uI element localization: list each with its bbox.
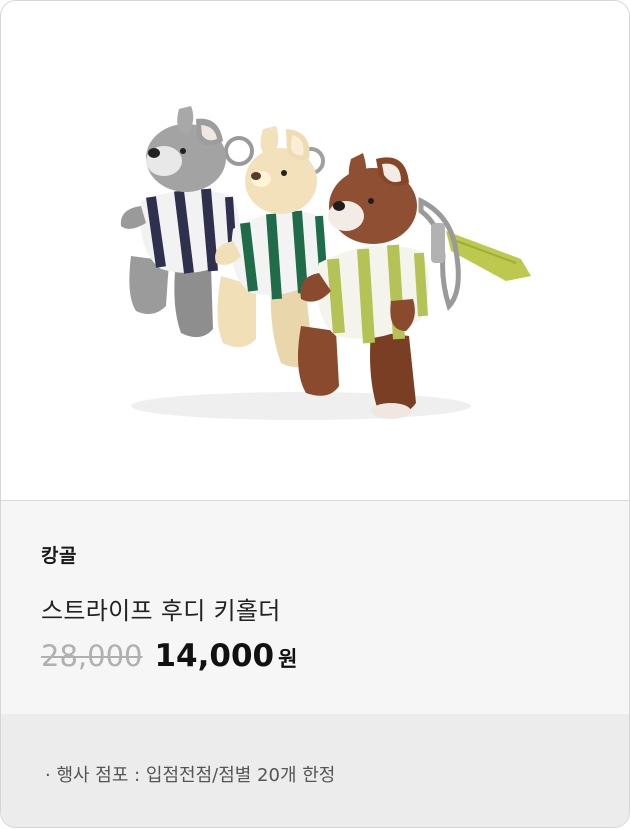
currency-unit: 원: [278, 647, 298, 671]
brand-name: 캉골: [41, 545, 77, 567]
brown-plush: [297, 153, 429, 419]
plush-keyholder-illustration: [120, 106, 531, 420]
product-card[interactable]: 캉골 스트라이프 후디 키홀더 28,000 14,000 원 · 행사 점포 …: [0, 0, 630, 828]
price-row: 28,000 14,000 원: [41, 638, 297, 674]
sale-price: 14,000: [154, 638, 275, 674]
product-image[interactable]: [1, 1, 629, 501]
event-notice: · 행사 점포 : 입점전점/점별 20개 한정: [1, 714, 629, 827]
event-notice-text: · 행사 점포 : 입점전점/점별 20개 한정: [45, 765, 336, 786]
product-title[interactable]: 스트라이프 후디 키홀더: [41, 591, 281, 626]
original-price: 28,000: [41, 639, 143, 673]
product-info[interactable]: 캉골 스트라이프 후디 키홀더 28,000 14,000 원: [1, 501, 629, 714]
